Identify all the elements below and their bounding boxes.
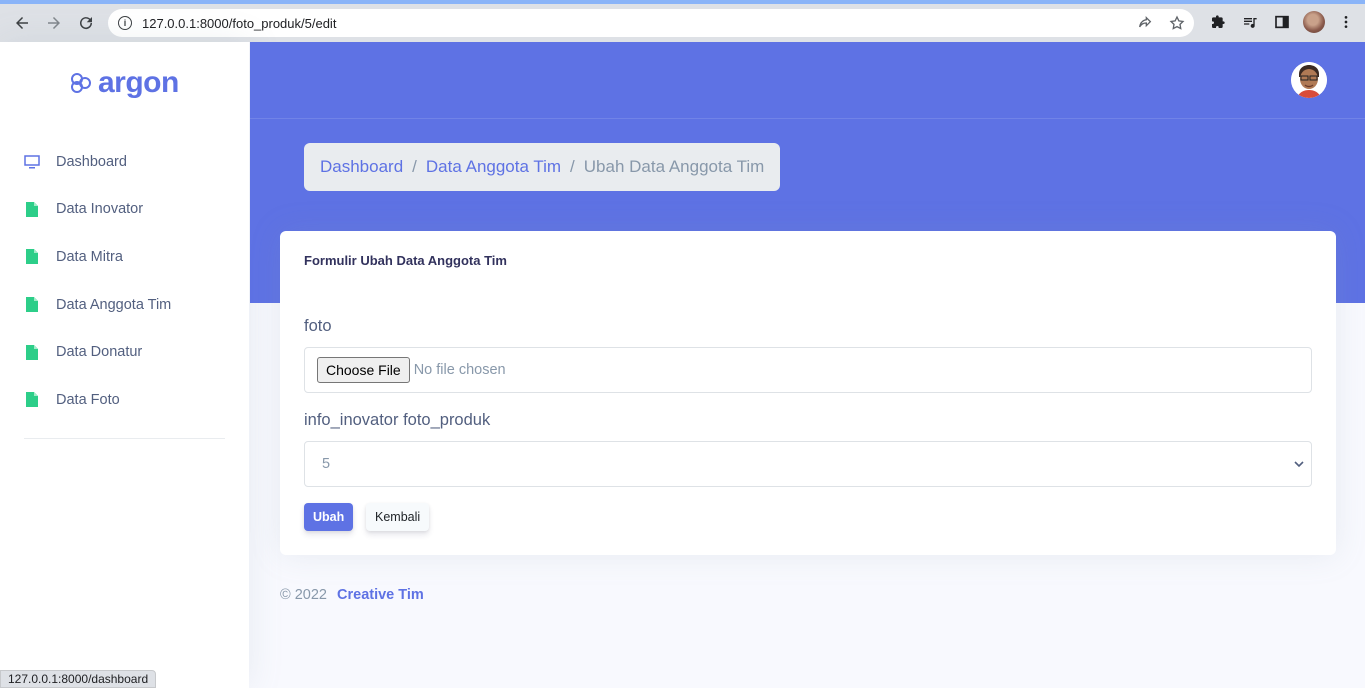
file-icon	[24, 392, 40, 408]
breadcrumb-separator: /	[570, 157, 575, 176]
sidebar-item-data-inovator[interactable]: Data Inovator	[0, 186, 249, 234]
breadcrumb-link-data-anggota-tim[interactable]: Data Anggota Tim	[426, 157, 561, 177]
kembali-button[interactable]: Kembali	[366, 503, 430, 531]
user-avatar[interactable]	[1291, 62, 1327, 98]
file-icon	[24, 297, 40, 313]
argon-logo-icon	[70, 72, 92, 94]
file-icon	[24, 249, 40, 265]
breadcrumb-link-dashboard[interactable]: Dashboard	[320, 157, 403, 177]
forward-arrow-icon[interactable]	[38, 7, 70, 39]
ubah-button[interactable]: Ubah	[304, 503, 354, 531]
copyright-text: © 2022	[280, 587, 327, 603]
info-inovator-select[interactable]: 5	[304, 441, 1312, 487]
back-arrow-icon[interactable]	[6, 7, 38, 39]
sidebar-item-data-mitra[interactable]: Data Mitra	[0, 233, 249, 281]
file-icon	[24, 344, 40, 360]
address-bar[interactable]: i 127.0.0.1:8000/foto_produk/5/edit	[108, 9, 1194, 37]
profile-avatar[interactable]	[1303, 11, 1325, 33]
footer: © 2022 Creative Tim	[280, 587, 424, 603]
sidebar-item-label: Data Foto	[56, 391, 120, 408]
sidebar-item-label: Data Donatur	[56, 344, 143, 361]
side-panel-icon[interactable]	[1271, 11, 1293, 33]
file-icon	[24, 201, 40, 217]
url-text[interactable]: 127.0.0.1:8000/foto_produk/5/edit	[142, 16, 336, 31]
breadcrumb-separator: /	[412, 157, 417, 176]
sidebar-nav: Dashboard Data Inovator Data Mitra Data …	[0, 138, 249, 424]
browser-toolbar: i 127.0.0.1:8000/foto_produk/5/edit	[0, 0, 1365, 42]
foto-label: foto	[304, 317, 332, 335]
sidebar-divider	[24, 438, 225, 439]
monitor-icon	[24, 154, 40, 170]
sidebar-item-data-donatur[interactable]: Data Donatur	[0, 328, 249, 376]
creative-tim-link[interactable]: Creative Tim	[337, 587, 424, 603]
more-menu-icon[interactable]	[1335, 11, 1357, 33]
sidebar: argon Dashboard Data Inovator Data Mitra…	[0, 42, 249, 688]
sidebar-item-data-anggota-tim[interactable]: Data Anggota Tim	[0, 281, 249, 329]
brand-name: argon	[98, 66, 179, 99]
breadcrumb: Dashboard / Data Anggota Tim / Ubah Data…	[304, 143, 781, 191]
sidebar-item-label: Data Anggota Tim	[56, 296, 172, 313]
sidebar-item-data-foto[interactable]: Data Foto	[0, 376, 249, 424]
site-info-icon[interactable]: i	[118, 16, 132, 30]
form-title: Formulir Ubah Data Anggota Tim	[304, 253, 507, 268]
header-divider	[250, 118, 1365, 119]
share-icon[interactable]	[1134, 13, 1156, 33]
reload-icon[interactable]	[70, 7, 102, 39]
foto-file-input[interactable]: Choose File No file chosen	[304, 347, 1312, 393]
chevron-down-icon	[1293, 458, 1305, 470]
info-inovator-label: info_inovator foto_produk	[304, 411, 491, 429]
extensions-puzzle-icon[interactable]	[1207, 11, 1229, 33]
breadcrumb-current: Ubah Data Anggota Tim	[583, 157, 765, 176]
file-status-text: No file chosen	[413, 362, 506, 378]
sidebar-item-label: Data Mitra	[56, 248, 123, 265]
form-card: Formulir Ubah Data Anggota Tim foto Choo…	[280, 231, 1336, 555]
sidebar-item-label: Data Inovator	[56, 201, 144, 218]
sidebar-item-label: Dashboard	[56, 153, 127, 170]
sidebar-item-dashboard[interactable]: Dashboard	[0, 138, 249, 186]
brand-logo[interactable]: argon	[70, 66, 179, 100]
bookmark-star-icon[interactable]	[1166, 13, 1188, 33]
choose-file-button[interactable]: Choose File	[317, 357, 410, 383]
browser-status-bar: 127.0.0.1:8000/dashboard	[0, 670, 157, 688]
select-value: 5	[322, 456, 331, 472]
media-queue-icon[interactable]	[1239, 11, 1261, 33]
